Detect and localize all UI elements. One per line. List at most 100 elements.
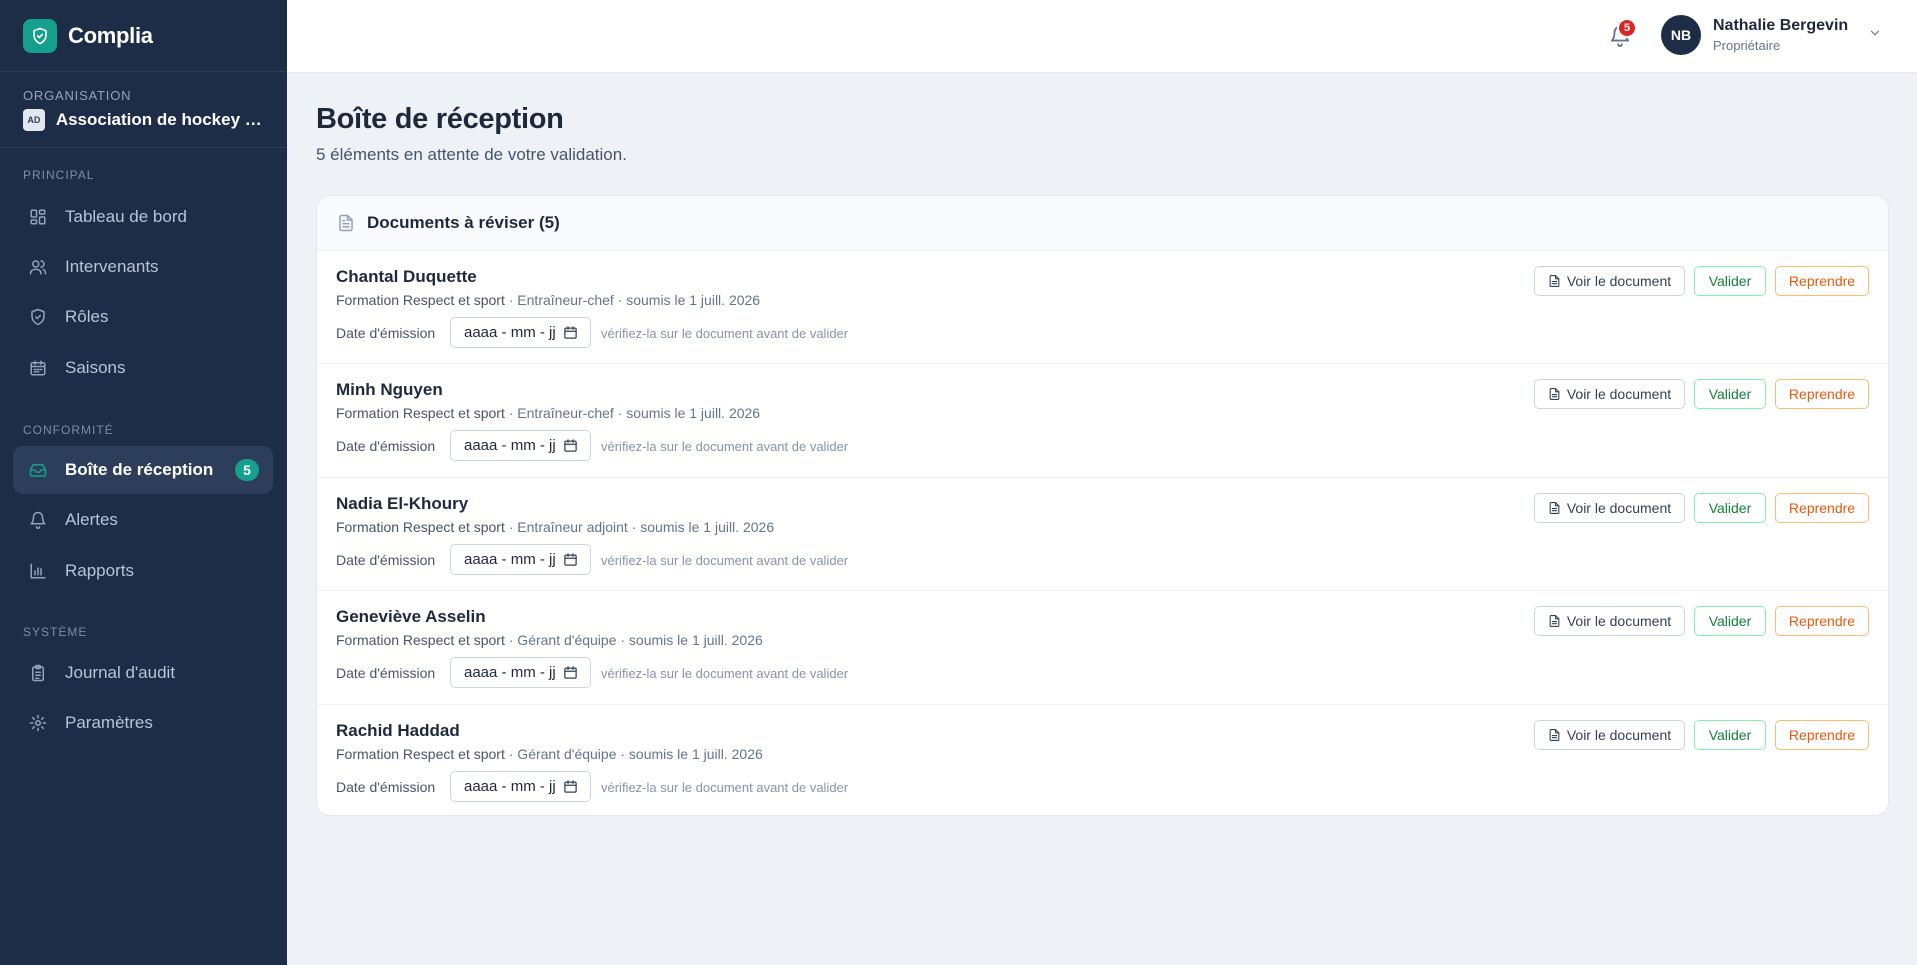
- issue-date-input[interactable]: aaaa - mm - jj: [450, 430, 591, 462]
- sidebar-item-parametres[interactable]: Paramètres: [13, 699, 273, 747]
- view-document-button[interactable]: Voir le document: [1534, 379, 1685, 410]
- submission-details: · Entraîneur-chef · soumis le 1 juill. 2…: [504, 292, 761, 308]
- calendar-icon[interactable]: [563, 665, 578, 680]
- validate-button[interactable]: Valider: [1694, 266, 1766, 296]
- retake-button[interactable]: Reprendre: [1775, 492, 1869, 523]
- issue-date-placeholder: aaaa - mm - jj: [464, 324, 556, 341]
- issue-date-hint: vérifiez-la sur le document avant de val…: [601, 326, 849, 341]
- retake-button[interactable]: Reprendre: [1775, 379, 1869, 410]
- calendar-icon[interactable]: [563, 779, 578, 794]
- inbox-count-badge: 5: [235, 459, 259, 481]
- submitter-name: Geneviève Asselin: [336, 607, 486, 627]
- sidebar-item-alertes[interactable]: Alertes: [13, 496, 273, 544]
- validate-button[interactable]: Valider: [1694, 379, 1766, 410]
- calendar-icon[interactable]: [563, 325, 578, 340]
- sidebar-item-label: Rôles: [65, 307, 109, 326]
- issue-date-input[interactable]: aaaa - mm - jj: [450, 657, 591, 689]
- view-document-button[interactable]: Voir le document: [1534, 719, 1685, 750]
- list-item: Geneviève Asselin Formation Respect et s…: [317, 590, 1888, 703]
- validate-button[interactable]: Valider: [1694, 719, 1766, 750]
- view-document-button[interactable]: Voir le document: [1534, 266, 1685, 296]
- training-name: Formation Respect et sport: [336, 745, 505, 762]
- users-icon: [29, 260, 47, 275]
- brand[interactable]: Complia: [0, 0, 287, 72]
- issue-date-placeholder: aaaa - mm - jj: [464, 664, 556, 682]
- gear-icon: [29, 714, 47, 732]
- sidebar-item-label: Boîte de réception: [65, 460, 214, 479]
- user-name[interactable]: Nathalie Bergevin: [1713, 17, 1848, 35]
- view-document-button[interactable]: Voir le document: [1534, 606, 1685, 637]
- view-document-button[interactable]: Voir le document: [1534, 492, 1685, 523]
- sidebar-item-label: Intervenants: [65, 257, 159, 276]
- view-document-label: Voir le document: [1566, 726, 1672, 743]
- organisation-badge: AD: [23, 109, 45, 131]
- sidebar-item-inbox[interactable]: Boîte de réception 5: [13, 446, 273, 494]
- issue-date-input[interactable]: aaaa - mm - jj: [450, 317, 591, 348]
- document-icon: [1549, 388, 1560, 401]
- issue-date-label: Date d'émission: [336, 665, 436, 682]
- list-item: Rachid Haddad Formation Respect et sport…: [317, 703, 1888, 815]
- calendar-icon[interactable]: [563, 552, 578, 567]
- submitter-name: Nadia El-Khoury: [336, 493, 469, 513]
- calendar-icon: [30, 360, 46, 376]
- retake-button[interactable]: Reprendre: [1775, 606, 1869, 637]
- submission-meta: Formation Respect et sport · Entraîneur …: [336, 519, 774, 535]
- sidebar-item-roles[interactable]: Rôles: [13, 293, 273, 341]
- documents-card: Documents à réviser (5) Chantal Duquette…: [316, 195, 1889, 816]
- validate-button[interactable]: Valider: [1694, 492, 1766, 523]
- submission-meta: Formation Respect et sport · Gérant d'éq…: [336, 632, 763, 648]
- issue-date-input[interactable]: aaaa - mm - jj: [450, 770, 591, 802]
- submission-details: · Gérant d'équipe · soumis le 1 juill. 2…: [504, 745, 763, 762]
- calendar-icon[interactable]: [563, 438, 578, 453]
- sidebar-item-saisons[interactable]: Saisons: [13, 344, 273, 392]
- sidebar: Complia ORGANISATION AD Association de h…: [0, 0, 287, 965]
- training-name: Formation Respect et sport: [336, 632, 505, 649]
- card-header: Documents à réviser (5): [317, 196, 1888, 250]
- sidebar-item-label: Rapports: [65, 561, 134, 580]
- issue-date-label: Date d'émission: [336, 438, 436, 455]
- avatar[interactable]: NB: [1661, 15, 1701, 55]
- card-title: Documents à réviser (5): [367, 213, 560, 232]
- sidebar-item-label: Tableau de bord: [65, 207, 187, 226]
- training-name: Formation Respect et sport: [336, 518, 505, 535]
- chevron-down-icon[interactable]: [1868, 26, 1882, 40]
- submission-meta: Formation Respect et sport · Entraîneur-…: [336, 405, 760, 421]
- list-item: Chantal Duquette Formation Respect et sp…: [317, 250, 1888, 363]
- issue-date-hint: vérifiez-la sur le document avant de val…: [601, 439, 849, 455]
- training-name: Formation Respect et sport: [336, 292, 505, 308]
- issue-date-placeholder: aaaa - mm - jj: [464, 777, 556, 795]
- user-role: Propriétaire: [1713, 38, 1781, 53]
- sidebar-item-intervenants[interactable]: Intervenants: [13, 243, 273, 291]
- issue-date-hint: vérifiez-la sur le document avant de val…: [601, 666, 849, 682]
- inbox-icon: [29, 464, 47, 477]
- shield-icon: [31, 308, 45, 326]
- sidebar-item-label: Alertes: [65, 510, 118, 529]
- issue-date-hint: vérifiez-la sur le document avant de val…: [601, 552, 849, 568]
- validate-button[interactable]: Valider: [1694, 606, 1766, 637]
- view-document-label: Voir le document: [1566, 386, 1672, 403]
- sidebar-item-rapports[interactable]: Rapports: [13, 547, 273, 595]
- brand-name: Complia: [68, 22, 153, 48]
- organisation-name: Association de hockey mineur: [55, 110, 264, 129]
- retake-button[interactable]: Reprendre: [1775, 719, 1869, 750]
- issue-date-input[interactable]: aaaa - mm - jj: [450, 543, 591, 575]
- organisation-label: ORGANISATION: [23, 88, 132, 103]
- issue-date-placeholder: aaaa - mm - jj: [464, 550, 556, 568]
- retake-button[interactable]: Reprendre: [1775, 266, 1869, 296]
- document-icon: [1549, 728, 1560, 741]
- document-icon: [1549, 501, 1560, 514]
- list-item: Minh Nguyen Formation Respect et sport ·…: [317, 363, 1888, 476]
- section-label-systeme: SYSTÈME: [23, 625, 88, 639]
- organisation-switcher[interactable]: ORGANISATION AD Association de hockey mi…: [0, 72, 287, 148]
- submission-details: · Entraîneur adjoint · soumis le 1 juill…: [504, 518, 775, 535]
- document-icon: [1549, 275, 1560, 287]
- submitter-name: Minh Nguyen: [336, 380, 443, 400]
- section-label-principal: PRINCIPAL: [23, 168, 95, 182]
- sidebar-item-journal-audit[interactable]: Journal d'audit: [13, 649, 273, 697]
- dashboard-icon: [30, 209, 46, 225]
- sidebar-item-dashboard[interactable]: Tableau de bord: [13, 193, 273, 241]
- issue-date-placeholder: aaaa - mm - jj: [464, 437, 556, 455]
- issue-date-hint: vérifiez-la sur le document avant de val…: [601, 779, 849, 795]
- view-document-label: Voir le document: [1566, 273, 1672, 289]
- issue-date-label: Date d'émission: [336, 778, 436, 795]
